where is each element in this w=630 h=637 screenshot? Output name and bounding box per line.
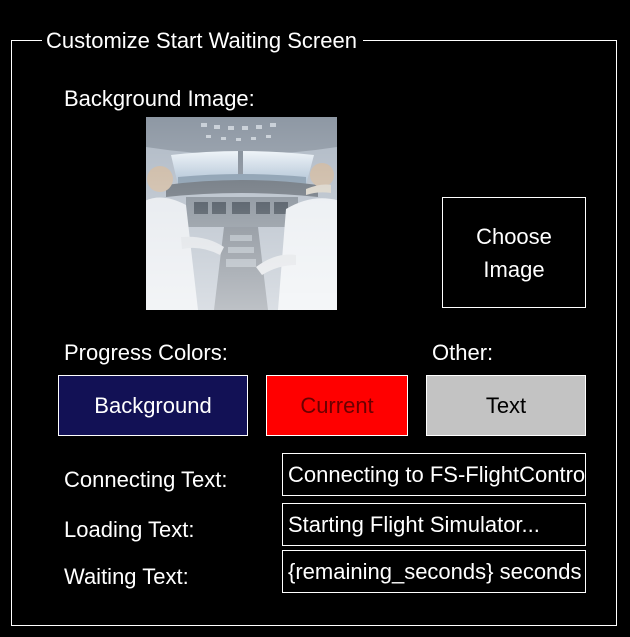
text-color-button[interactable]: Text bbox=[426, 375, 586, 436]
background-image-preview bbox=[146, 117, 337, 310]
progress-background-color-label: Background bbox=[94, 392, 212, 418]
progress-current-color-button[interactable]: Current bbox=[266, 375, 408, 436]
connecting-text-label: Connecting Text: bbox=[64, 467, 228, 492]
waiting-text-label: Waiting Text: bbox=[64, 564, 189, 589]
background-image-label: Background Image: bbox=[64, 86, 255, 111]
group-title: Customize Start Waiting Screen bbox=[42, 27, 363, 55]
loading-text-input[interactable]: Starting Flight Simulator... bbox=[282, 503, 586, 546]
text-color-label: Text bbox=[485, 392, 527, 418]
choose-image-button-label: Choose Image bbox=[476, 223, 552, 282]
waiting-text-input[interactable]: {remaining_seconds} seconds bbox=[282, 550, 586, 593]
progress-current-color-label: Current bbox=[300, 392, 374, 418]
loading-text-label: Loading Text: bbox=[64, 517, 195, 542]
connecting-text-input[interactable]: Connecting to FS-FlightControl... bbox=[282, 453, 586, 496]
progress-background-color-button[interactable]: Background bbox=[58, 375, 248, 436]
progress-colors-label: Progress Colors: bbox=[64, 340, 228, 365]
other-label: Other: bbox=[432, 340, 494, 365]
choose-image-button[interactable]: Choose Image bbox=[442, 197, 586, 308]
cockpit-photo-icon bbox=[146, 117, 337, 310]
